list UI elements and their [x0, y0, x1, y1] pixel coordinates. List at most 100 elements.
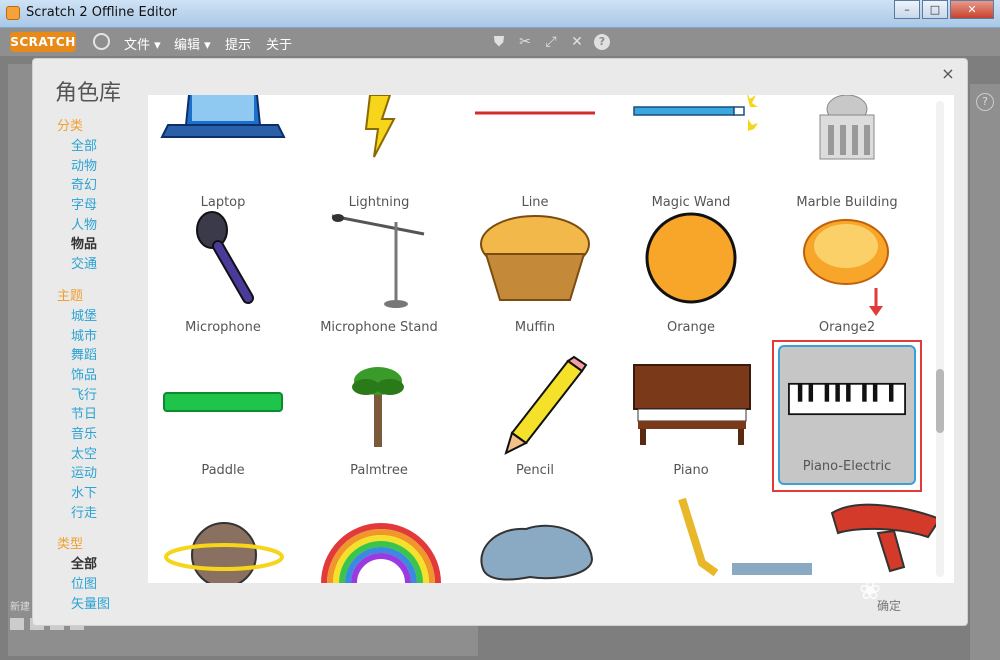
- sprite-tile-microphone[interactable]: Microphone: [148, 210, 298, 346]
- cut-icon[interactable]: ✂: [516, 34, 534, 50]
- category-fantasy[interactable]: 奇幻: [57, 176, 147, 196]
- theme-space[interactable]: 太空: [57, 445, 147, 465]
- sprite-label: Orange2: [818, 320, 876, 335]
- theme-castle[interactable]: 城堡: [57, 307, 147, 327]
- help-icon[interactable]: ?: [594, 34, 610, 50]
- sprite-tile-line[interactable]: Line: [460, 95, 610, 221]
- close-icon[interactable]: ×: [939, 65, 957, 83]
- type-all[interactable]: 全部: [57, 555, 147, 575]
- window-title: Scratch 2 Offline Editor: [26, 5, 177, 20]
- sprite-tile-piano[interactable]: Piano: [616, 353, 766, 489]
- scarf-icon: [830, 503, 942, 573]
- sprite-label: Orange: [666, 320, 716, 335]
- menu-edit[interactable]: 编辑 ▾: [174, 34, 211, 53]
- sprite-label: Piano: [673, 463, 709, 478]
- category-things[interactable]: 物品: [57, 235, 147, 255]
- paddle-icon: [163, 392, 283, 412]
- sprite-tile-orange[interactable]: Orange: [616, 210, 766, 346]
- pencil-icon: [504, 355, 588, 455]
- type-heading: 类型: [57, 537, 84, 553]
- minimize-button[interactable]: –: [894, 0, 920, 19]
- theme-underwater[interactable]: 水下: [57, 484, 147, 504]
- sprite-label: Palmtree: [350, 463, 408, 478]
- sprite-label: Laptop: [200, 195, 246, 210]
- sprite-tile-lightning[interactable]: Lightning: [304, 95, 454, 221]
- sprite-label: Line: [521, 195, 549, 210]
- close-window-button[interactable]: ✕: [950, 0, 994, 19]
- sprite-library-dialog: 角色库 × 分类 全部 动物 奇幻 字母 人物 物品 交通 主题 城堡 城市 舞…: [32, 58, 968, 626]
- rainbow-icon: [321, 523, 441, 583]
- background-help-icon: ?: [976, 93, 994, 111]
- right-edge-dimmed: [970, 84, 1000, 660]
- palmtree-icon: [352, 367, 404, 447]
- grow-icon[interactable]: ⤢: [542, 34, 560, 50]
- globe-icon[interactable]: [93, 33, 110, 50]
- scrollbar-thumb[interactable]: [936, 369, 944, 433]
- marble-building-icon: [819, 95, 875, 160]
- muffin-icon: [480, 215, 590, 301]
- microphone-icon: [196, 211, 254, 304]
- paint-icon: [10, 618, 24, 630]
- rock-icon: [480, 524, 594, 581]
- sprite-tile-orange2[interactable]: Orange2: [772, 210, 922, 346]
- sprite-label: Muffin: [514, 320, 556, 335]
- maximize-button[interactable]: □: [922, 0, 948, 19]
- new-sprite-label: 新建: [10, 602, 30, 613]
- theme-group: 主题 城堡 城市 舞蹈 饰品 飞行 节日 音乐 太空 运动 水下 行走: [57, 287, 147, 524]
- sprite-grid-scrollbar[interactable]: [936, 101, 944, 577]
- scratch-menubar: SCRATCH 文件 ▾ 编辑 ▾ 提示 关于 ⛊ ✂ ⤢ ✕ ?: [0, 28, 1000, 56]
- library-sidebar: 分类 全部 动物 奇幻 字母 人物 物品 交通 主题 城堡 城市 舞蹈 饰品 飞…: [57, 117, 147, 626]
- theme-heading: 主题: [57, 288, 84, 304]
- planet-icon: [164, 522, 284, 583]
- sprite-label: Lightning: [348, 195, 410, 210]
- menu-tips[interactable]: 提示: [225, 34, 251, 53]
- category-animals[interactable]: 动物: [57, 157, 147, 177]
- sprite-tile-palmtree[interactable]: Palmtree: [304, 353, 454, 489]
- stamp-icon[interactable]: ⛊: [490, 34, 508, 50]
- category-people[interactable]: 人物: [57, 216, 147, 236]
- category-heading: 分类: [57, 119, 84, 134]
- sprite-tile-magic-wand[interactable]: Magic Wand: [616, 95, 766, 221]
- theme-dance[interactable]: 舞蹈: [57, 346, 147, 366]
- laptop-icon: [160, 95, 286, 138]
- sprite-tile-paddle[interactable]: Paddle: [148, 353, 298, 489]
- theme-sports[interactable]: 运动: [57, 464, 147, 484]
- window-controls: – □ ✕: [892, 0, 994, 20]
- menu-file[interactable]: 文件 ▾: [124, 34, 161, 53]
- sprite-label: Microphone Stand: [320, 320, 438, 335]
- category-letters[interactable]: 字母: [57, 196, 147, 216]
- type-group: 类型 全部 位图 矢量图: [57, 535, 147, 614]
- theme-flying[interactable]: 飞行: [57, 386, 147, 406]
- scratch-logo[interactable]: SCRATCH: [10, 32, 76, 52]
- orange-icon: [645, 212, 737, 304]
- theme-city[interactable]: 城市: [57, 327, 147, 347]
- line-icon: [475, 111, 595, 115]
- scratch-app-icon: [6, 6, 20, 20]
- sprite-tile-muffin[interactable]: Muffin: [460, 210, 610, 346]
- dialog-title: 角色库: [55, 81, 122, 106]
- sprite-tile-pencil[interactable]: Pencil: [460, 353, 610, 489]
- theme-music[interactable]: 音乐: [57, 425, 147, 445]
- toolbar-icons: ⛊ ✂ ⤢ ✕ ?: [490, 34, 610, 50]
- sprite-label: Microphone: [185, 320, 261, 335]
- theme-holiday[interactable]: 节日: [57, 405, 147, 425]
- sprite-tile-laptop[interactable]: Laptop: [148, 95, 298, 221]
- type-vector[interactable]: 矢量图: [57, 595, 147, 615]
- menu-about[interactable]: 关于: [266, 34, 292, 53]
- paw-icon: ❀: [859, 576, 881, 606]
- shrink-icon[interactable]: ✕: [568, 34, 586, 50]
- lightning-icon: [364, 95, 396, 158]
- category-transportation[interactable]: 交通: [57, 255, 147, 275]
- window-titlebar: Scratch 2 Offline Editor – □ ✕: [0, 0, 1000, 28]
- category-all[interactable]: 全部: [57, 137, 147, 157]
- saxophone-icon: [678, 497, 812, 577]
- type-bitmap[interactable]: 位图: [57, 575, 147, 595]
- sprite-tile-microphone-stand[interactable]: Microphone Stand: [304, 210, 454, 346]
- theme-walking[interactable]: 行走: [57, 504, 147, 524]
- microphone-stand-icon: [331, 214, 425, 308]
- category-group: 分类 全部 动物 奇幻 字母 人物 物品 交通: [57, 117, 147, 275]
- sprite-tile-marble-building[interactable]: Marble Building: [772, 95, 922, 221]
- theme-dress-up[interactable]: 饰品: [57, 366, 147, 386]
- sprite-grid: Laptop Lightning Line Magic Wand Marble …: [148, 95, 954, 583]
- baidu-watermark: ❀: [838, 576, 902, 632]
